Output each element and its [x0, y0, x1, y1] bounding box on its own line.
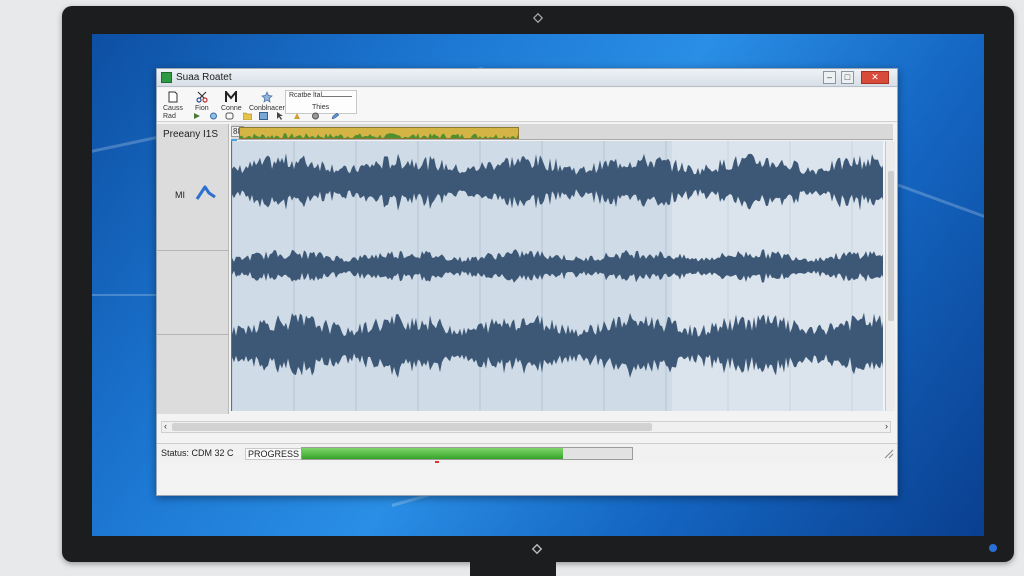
edit-icon[interactable] [331, 112, 340, 120]
monitor-stand [470, 562, 556, 576]
scissors-icon [196, 91, 208, 103]
toolbar-button-causs[interactable]: Causs [163, 91, 183, 112]
toolbar-button-conblnacer[interactable]: Conblnacer [249, 91, 285, 112]
star-icon [261, 91, 273, 103]
waveform-area[interactable] [231, 141, 883, 411]
progress-marker [435, 461, 439, 463]
toolbar-label: Conblnacer [249, 105, 285, 112]
progress-bar [301, 447, 633, 460]
resize-grip-icon[interactable] [882, 447, 894, 459]
track-label: MI [175, 190, 185, 200]
connect-icon [225, 91, 238, 102]
track-divider [157, 334, 229, 335]
scroll-right-arrow[interactable]: › [885, 421, 888, 431]
record-group[interactable]: Rcatbe ltal Thies [285, 90, 357, 114]
toolbar-button-conne[interactable]: Conne [221, 91, 242, 112]
record-level-line [322, 96, 352, 97]
title-bar[interactable]: Suaa Roatet – □ ✕ [157, 69, 897, 87]
app-icon [161, 72, 172, 83]
track-divider [157, 250, 229, 251]
vertical-scrollbar[interactable] [885, 141, 895, 411]
cursor-icon[interactable] [275, 112, 284, 120]
track-header-panel: Preeany I1S MI [157, 124, 229, 414]
close-button[interactable]: ✕ [861, 71, 889, 84]
monitor-bezel: Suaa Roatet – □ ✕ Causs Fion Conne Conbl… [62, 6, 1014, 562]
power-button-icon[interactable] [530, 542, 544, 556]
minimize-button[interactable]: – [823, 71, 836, 84]
vertical-scroll-thumb[interactable] [888, 171, 894, 321]
timeline-overview[interactable] [239, 127, 519, 139]
toolbar-label: Fion [195, 105, 209, 112]
horizontal-scroll-thumb[interactable] [172, 423, 652, 431]
toolbar-row2-label: Rad [163, 113, 176, 120]
power-led [989, 544, 997, 552]
save-icon[interactable] [259, 112, 268, 120]
timeline-overview-wave [240, 133, 518, 138]
record-group-label: Rcatbe ltal [289, 92, 323, 99]
toolbar-button-fion[interactable]: Fion [195, 91, 209, 112]
progress-fill [302, 448, 563, 459]
horizontal-scrollbar[interactable]: ‹ › [161, 421, 891, 433]
document-icon [168, 91, 178, 103]
toolbar-label: Causs [163, 105, 183, 112]
record-group-sublabel: Thies [312, 104, 330, 111]
frequency-label: Preeany I1S [163, 129, 219, 140]
play-icon[interactable] [193, 112, 202, 120]
window-title: Suaa Roatet [176, 72, 232, 83]
maximize-button[interactable]: □ [841, 71, 854, 84]
folder-icon[interactable] [243, 112, 252, 120]
scroll-left-arrow[interactable]: ‹ [164, 421, 167, 431]
zoom-in-icon[interactable] [293, 112, 302, 120]
app-window: Suaa Roatet – □ ✕ Causs Fion Conne Conbl… [156, 68, 898, 496]
desktop-screen: Suaa Roatet – □ ✕ Causs Fion Conne Conbl… [92, 34, 984, 536]
status-bar: Status: CDM 32 C PROGRESS [157, 443, 897, 463]
toolbar: Causs Fion Conne Conblnacer Rcatbe ltal … [157, 88, 897, 122]
loop-icon[interactable] [225, 112, 234, 120]
progress-label: PROGRESS [245, 448, 303, 460]
waveform-display [232, 141, 883, 411]
record-icon[interactable] [209, 112, 218, 120]
envelope-tool-icon[interactable] [195, 184, 217, 202]
camera-icon [532, 12, 544, 24]
status-text: Status: CDM 32 C [161, 448, 234, 458]
toolbar-label: Conne [221, 105, 242, 112]
settings-icon[interactable] [311, 112, 320, 120]
